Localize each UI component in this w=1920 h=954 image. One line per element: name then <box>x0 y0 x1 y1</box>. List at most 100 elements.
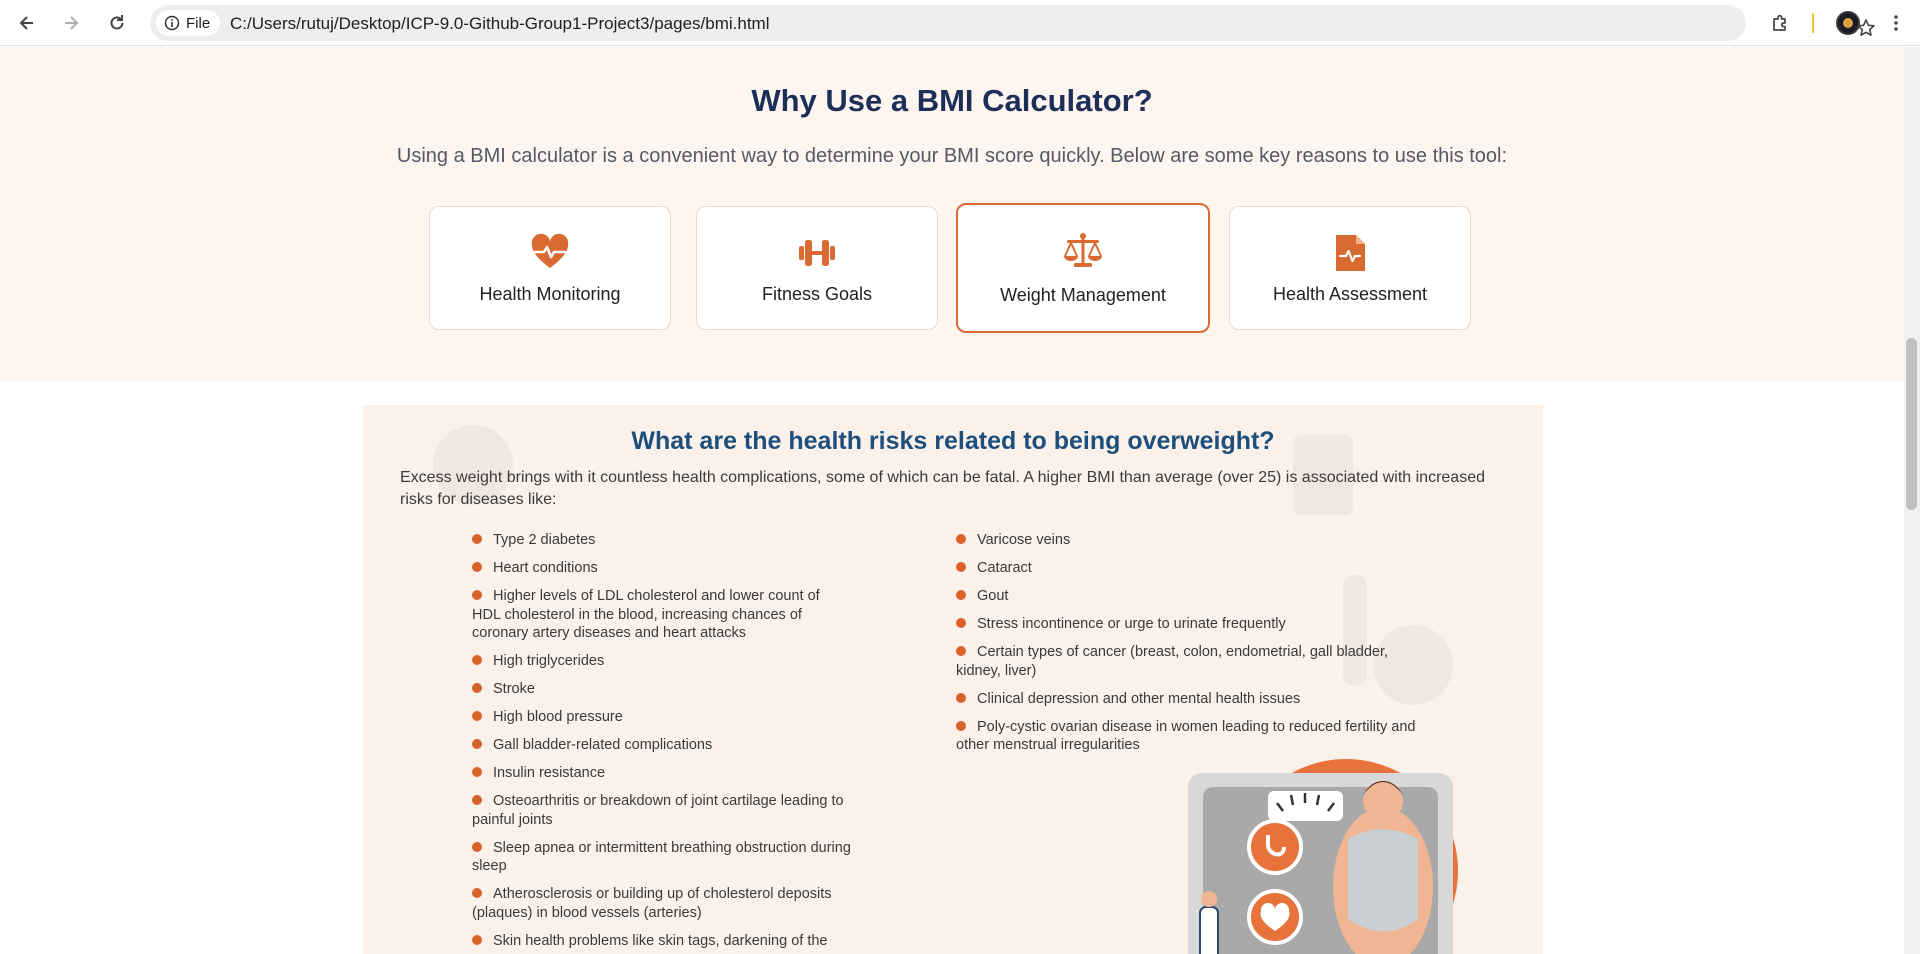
reload-icon <box>110 15 124 30</box>
list-item: Osteoarthritis or breakdown of joint car… <box>472 792 852 829</box>
bullet-icon <box>956 534 966 544</box>
info-icon <box>164 15 180 31</box>
reload-button[interactable] <box>101 7 133 39</box>
person-head <box>1363 781 1403 821</box>
list-item: High triglycerides <box>472 652 852 671</box>
bullet-icon <box>472 888 482 898</box>
avatar-emblem-icon <box>1843 18 1853 28</box>
back-button[interactable] <box>11 7 43 39</box>
stomach-badge-icon <box>1247 819 1303 875</box>
risks-section-title: What are the health risks related to bei… <box>631 427 1275 455</box>
list-item: Sleep apnea or intermittent breathing ob… <box>472 839 852 876</box>
card-label: Health Assessment <box>1272 284 1428 304</box>
list-item: Certain types of cancer (breast, colon, … <box>956 643 1426 680</box>
kebab-menu-icon <box>1894 15 1898 31</box>
bullet-icon <box>472 841 482 852</box>
list-item: High blood pressure <box>472 708 852 727</box>
list-item: Insulin resistance <box>472 764 852 783</box>
bullet-icon <box>956 562 966 572</box>
bullet-icon <box>472 655 482 665</box>
bullet-icon <box>956 720 966 731</box>
medical-file-icon <box>1336 235 1365 271</box>
list-item-text: Heart conditions <box>493 560 598 576</box>
bullet-icon <box>472 590 482 600</box>
bullet-icon <box>472 795 482 805</box>
card-health-assessment[interactable]: Health Assessment <box>1229 206 1471 330</box>
risk-list-left: Type 2 diabetes Heart conditions Higher … <box>472 531 852 954</box>
list-item-text: Clinical depression and other mental hea… <box>977 690 1301 707</box>
list-item-text: High blood pressure <box>493 709 623 725</box>
list-item-text: Insulin resistance <box>493 765 606 781</box>
list-item-text: Varicose veins <box>977 532 1071 548</box>
bullet-icon <box>472 711 482 721</box>
bullet-icon <box>472 767 482 777</box>
bullet-icon <box>956 590 966 600</box>
overweight-illustration <box>1188 759 1458 954</box>
bullet-icon <box>956 692 966 703</box>
list-item-text: Cataract <box>977 560 1032 576</box>
list-item-text: Higher levels of LDL cholesterol and low… <box>472 588 820 641</box>
list-item: Cataract <box>956 559 1426 578</box>
extensions-button[interactable] <box>1764 7 1796 39</box>
tank-top <box>1348 829 1418 932</box>
profile-avatar[interactable] <box>1836 11 1860 35</box>
list-item-text: High triglycerides <box>493 653 605 669</box>
bullet-icon <box>956 618 966 628</box>
scheme-label: File <box>186 14 211 32</box>
list-item-text: Gall bladder-related complications <box>493 737 713 753</box>
list-item-text: Poly-cystic ovarian disease in women lea… <box>956 718 1416 754</box>
card-fitness-goals[interactable]: Fitness Goals <box>696 206 938 330</box>
health-risks-section: What are the health risks related to bei… <box>363 405 1543 954</box>
list-item-text: Osteoarthritis or breakdown of joint car… <box>472 793 844 828</box>
heart-pulse-icon <box>531 233 569 268</box>
menu-button[interactable] <box>1880 7 1912 39</box>
page-content: Why Use a BMI Calculator? Using a BMI ca… <box>0 47 1904 954</box>
risk-list-right: Varicose veins Cataract Gout Stress inco… <box>956 531 1426 764</box>
url-text[interactable]: C:/Users/rutuj/Desktop/ICP-9.0-Github-Gr… <box>230 14 769 34</box>
list-item: Gall bladder-related complications <box>472 736 852 755</box>
risks-intro-text: Excess weight brings with it countless h… <box>400 469 1485 508</box>
browser-toolbar: File C:/Users/rutuj/Desktop/ICP-9.0-Gith… <box>0 0 1920 46</box>
page-scrollbar-thumb[interactable] <box>1906 338 1917 510</box>
card-label: Weight Management <box>1000 285 1166 305</box>
list-item: Higher levels of LDL cholesterol and low… <box>472 587 852 643</box>
bullet-icon <box>472 683 482 693</box>
toolbar-divider <box>1812 13 1814 33</box>
list-item: Skin health problems like skin tags, dar… <box>472 932 852 951</box>
back-arrow-icon <box>19 16 33 30</box>
why-section-title: Why Use a BMI Calculator? <box>751 83 1153 118</box>
list-item-text: Certain types of cancer (breast, colon, … <box>956 644 1389 679</box>
card-weight-management[interactable]: Weight Management <box>956 203 1210 333</box>
dumbbell-icon <box>799 240 835 266</box>
list-item: Atherosclerosis or building up of choles… <box>472 885 852 922</box>
forward-button[interactable] <box>55 7 87 39</box>
list-item-text: Type 2 diabetes <box>493 532 596 548</box>
bullet-icon <box>956 646 966 656</box>
address-bar[interactable]: File C:/Users/rutuj/Desktop/ICP-9.0-Gith… <box>150 5 1875 41</box>
why-bmi-section: Why Use a BMI Calculator? Using a BMI ca… <box>0 47 1904 381</box>
list-item: Gout <box>956 587 1426 606</box>
card-health-monitoring[interactable]: Health Monitoring <box>429 206 671 330</box>
why-section-subtitle: Using a BMI calculator is a convenient w… <box>396 145 1508 167</box>
list-item: Type 2 diabetes <box>472 531 852 550</box>
list-item: Stroke <box>472 680 852 699</box>
list-item-text: Skin health problems like skin tags, dar… <box>493 932 828 949</box>
list-item: Poly-cystic ovarian disease in women lea… <box>956 718 1426 755</box>
list-item-text: Stroke <box>493 681 535 697</box>
forward-arrow-icon <box>65 16 79 30</box>
list-item-text: Gout <box>977 588 1009 604</box>
bullet-icon <box>472 534 482 544</box>
bullet-icon <box>472 739 482 749</box>
list-item-text: Atherosclerosis or building up of choles… <box>472 886 832 921</box>
list-item-text: Stress incontinence or urge to urinate f… <box>977 616 1286 632</box>
card-label: Health Monitoring <box>479 284 621 304</box>
list-item: Clinical depression and other mental hea… <box>956 690 1426 709</box>
list-item: Varicose veins <box>956 531 1426 550</box>
site-info-chip[interactable]: File <box>156 10 221 36</box>
bullet-icon <box>472 934 482 945</box>
list-item: Stress incontinence or urge to urinate f… <box>956 615 1426 634</box>
doctor-figure <box>1199 906 1219 954</box>
scale-balance-icon <box>1064 233 1102 267</box>
doctor-head <box>1201 891 1217 907</box>
puzzle-icon <box>1773 14 1786 31</box>
